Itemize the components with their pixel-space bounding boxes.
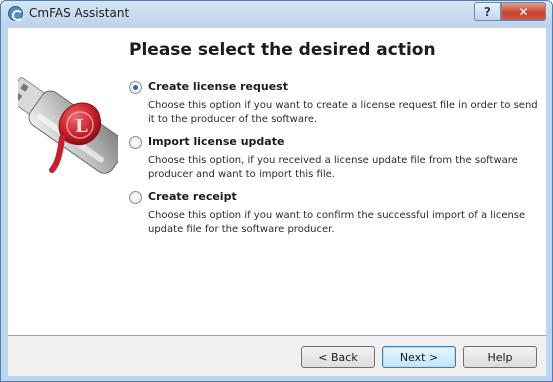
option-description: Choose this option if you want to confir…: [148, 210, 526, 235]
usb-dongle-seal-icon: L: [18, 76, 118, 174]
help-title-button[interactable]: ?: [474, 2, 501, 21]
app-icon: [8, 6, 23, 21]
close-button[interactable]: ✕: [501, 2, 546, 21]
content-panel: L Please select the desired action Creat…: [8, 28, 546, 335]
back-button[interactable]: < Back: [301, 346, 375, 368]
dialog-window: CmFAS Assistant ? ✕ L Please select the …: [0, 0, 553, 382]
option-label[interactable]: Create receipt: [148, 190, 237, 203]
radio-import-license-update[interactable]: [129, 136, 142, 149]
radio-create-license-request[interactable]: [129, 81, 142, 94]
page-heading: Please select the desired action: [129, 40, 436, 60]
window-title: CmFAS Assistant: [29, 6, 130, 20]
radio-create-receipt[interactable]: [129, 191, 142, 204]
option-description: Choose this option if you want to create…: [148, 100, 538, 125]
svg-text:L: L: [75, 116, 88, 137]
help-button[interactable]: Help: [463, 346, 537, 368]
next-button[interactable]: Next >: [382, 346, 456, 368]
option-label[interactable]: Create license request: [148, 80, 288, 93]
title-bar[interactable]: CmFAS Assistant ? ✕: [1, 1, 552, 27]
option-label[interactable]: Import license update: [148, 135, 284, 148]
option-description: Choose this option, if you received a li…: [148, 155, 518, 180]
